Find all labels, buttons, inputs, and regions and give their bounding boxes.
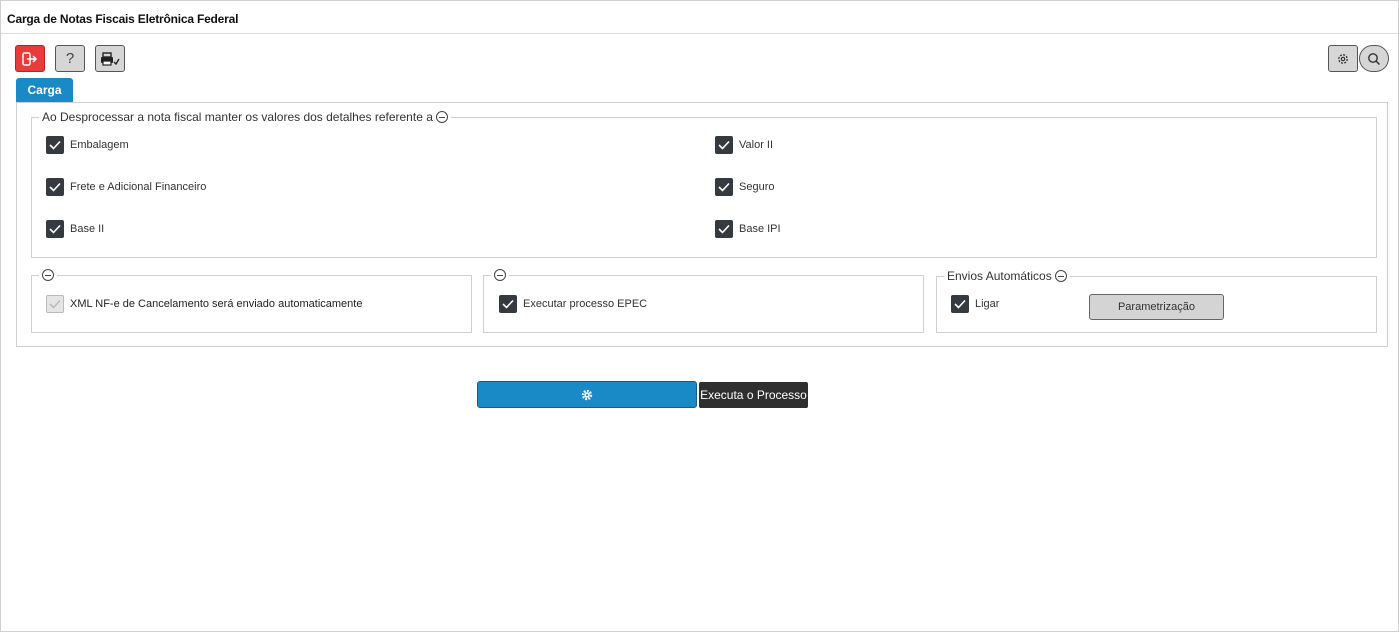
checkbox-label: Ligar (975, 298, 1000, 310)
checkbox-base-ipi[interactable]: Base IPI (715, 220, 781, 238)
checkbox-label: Valor II (739, 139, 774, 151)
auto-send-legend: Envios Automáticos (944, 269, 1070, 283)
epec-group-legend (491, 269, 509, 281)
check-icon[interactable] (715, 136, 733, 154)
settings-button[interactable] (1328, 45, 1358, 72)
checkbox-label: XML NF-e de Cancelamento será enviado au… (70, 298, 363, 310)
gear-icon (1338, 53, 1348, 64)
checkbox-label: Base IPI (739, 223, 781, 235)
check-icon[interactable] (499, 295, 517, 313)
checkbox-label: Seguro (739, 181, 775, 193)
checkbox-base-ii[interactable]: Base II (46, 220, 104, 238)
checkbox-label: Base II (70, 223, 105, 235)
app-window: Carga de Notas Fiscais Eletrônica Federa… (0, 0, 1399, 632)
check-icon (46, 295, 64, 313)
checkbox-label: Frete e Adicional Financeiro (70, 181, 207, 193)
collapse-icon[interactable] (1054, 270, 1067, 282)
page-title: Carga de Notas Fiscais Eletrônica Federa… (7, 12, 239, 26)
check-icon[interactable] (46, 178, 64, 196)
search-button[interactable] (1359, 45, 1389, 72)
auto-send-title: Envios Automáticos (947, 269, 1052, 283)
checkbox-ligar[interactable]: Ligar (951, 295, 999, 313)
collapse-icon[interactable] (435, 111, 448, 123)
print-button[interactable] (95, 45, 125, 72)
execute-process-button[interactable] (477, 381, 697, 408)
checkbox-valor-ii[interactable]: Valor II (715, 136, 773, 154)
cancel-group-legend (39, 269, 57, 281)
check-icon[interactable] (46, 136, 64, 154)
help-button[interactable]: ? (55, 45, 85, 72)
collapse-icon[interactable] (42, 269, 54, 281)
checkbox-xml-cancelamento: XML NF-e de Cancelamento será enviado au… (46, 295, 362, 313)
check-icon[interactable] (46, 220, 64, 238)
gear-icon (581, 389, 593, 400)
checkbox-label: Executar processo EPEC (523, 298, 648, 310)
detail-group: Ao Desprocessar a nota fiscal manter os … (31, 110, 1377, 258)
collapse-icon[interactable] (494, 269, 506, 281)
check-icon[interactable] (715, 220, 733, 238)
checkbox-epec[interactable]: Executar processo EPEC (499, 295, 647, 313)
check-icon[interactable] (951, 295, 969, 313)
tab-carga[interactable]: Carga (16, 78, 73, 102)
exit-icon (22, 51, 38, 66)
search-icon (1368, 52, 1381, 65)
checkbox-label: Embalagem (70, 139, 129, 151)
detail-group-legend: Ao Desprocessar a nota fiscal manter os … (39, 110, 451, 124)
parametrizacao-button[interactable]: Parametrização (1089, 294, 1224, 320)
checkbox-frete[interactable]: Frete e Adicional Financeiro (46, 178, 206, 196)
printer-icon (101, 51, 120, 66)
detail-group-title: Ao Desprocessar a nota fiscal manter os … (42, 110, 433, 124)
checkbox-seguro[interactable]: Seguro (715, 178, 774, 196)
check-icon[interactable] (715, 178, 733, 196)
execute-tooltip: Executa o Processo (699, 382, 808, 408)
checkbox-embalagem[interactable]: Embalagem (46, 136, 129, 154)
title-bar: Carga de Notas Fiscais Eletrônica Federa… (1, 1, 1398, 34)
question-icon: ? (65, 50, 75, 67)
exit-button[interactable] (15, 45, 45, 72)
